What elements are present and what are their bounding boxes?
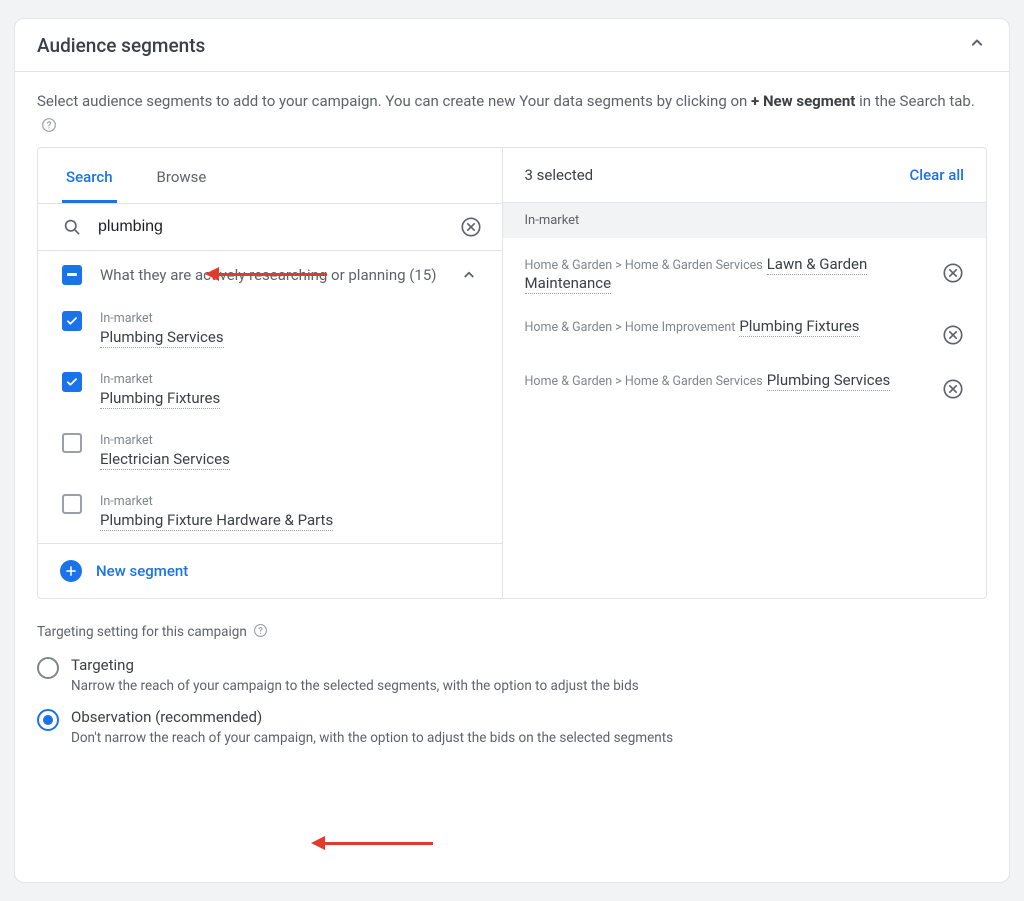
selected-name: Plumbing Services: [767, 371, 891, 391]
audience-segments-card: Audience segments Select audience segmen…: [14, 18, 1010, 883]
collapse-button[interactable]: [967, 33, 987, 57]
result-row[interactable]: In-market Plumbing Services: [38, 299, 502, 360]
selected-path: Home & Garden > Home Improvement: [525, 320, 736, 335]
selected-name: Plumbing Fixtures: [739, 317, 859, 337]
result-row[interactable]: In-market Plumbing Fixtures: [38, 360, 502, 421]
remove-button[interactable]: [942, 378, 964, 400]
result-row[interactable]: In-market Electrician Services: [38, 421, 502, 482]
help-icon[interactable]: [253, 623, 268, 642]
targeting-heading: Targeting setting for this campaign: [15, 599, 1009, 642]
close-circle-icon: [942, 378, 964, 400]
selected-count: 3 selected: [525, 166, 594, 184]
result-row[interactable]: In-market Plumbing Fixture Hardware & Pa…: [38, 482, 502, 543]
checkbox-indeterminate-icon[interactable]: [62, 265, 82, 285]
remove-button[interactable]: [942, 262, 964, 284]
selected-path: Home & Garden > Home & Garden Services: [525, 374, 763, 389]
left-pane: Search Browse What they: [38, 148, 503, 598]
annotation-arrow: [311, 836, 433, 850]
search-icon: [62, 217, 82, 237]
right-header: 3 selected Clear all: [503, 148, 986, 203]
result-name: Plumbing Fixture Hardware & Parts: [100, 511, 333, 531]
search-row: [38, 204, 502, 251]
intro-bold: + New segment: [751, 92, 855, 110]
selected-row: Home & Garden > Home & Garden Services P…: [503, 354, 986, 408]
checkbox-empty-icon[interactable]: [62, 494, 82, 514]
intro-suffix: in the Search tab.: [855, 92, 974, 110]
radio-title: Targeting: [71, 656, 639, 674]
radio-desc: Don't narrow the reach of your campaign,…: [71, 730, 673, 746]
checkbox-empty-icon[interactable]: [62, 433, 82, 453]
chevron-up-icon: [460, 266, 478, 284]
radio-title: Observation (recommended): [71, 708, 673, 726]
checkbox-checked-icon[interactable]: [62, 372, 82, 392]
clear-search-button[interactable]: [460, 216, 482, 238]
result-eyebrow: In-market: [100, 311, 224, 326]
selected-path: Home & Garden > Home & Garden Services: [525, 258, 763, 273]
right-pane: 3 selected Clear all In-market Home & Ga…: [503, 148, 986, 598]
tab-search[interactable]: Search: [62, 152, 117, 203]
annotation-arrow: [205, 267, 327, 281]
result-eyebrow: In-market: [100, 494, 333, 509]
close-circle-icon: [460, 216, 482, 238]
search-input[interactable]: [96, 217, 460, 237]
result-labels: In-market Plumbing Services: [100, 311, 224, 348]
selected-row: Home & Garden > Home Improvement Plumbin…: [503, 300, 986, 354]
selected-group-label: In-market: [503, 203, 986, 238]
chevron-up-icon: [967, 33, 987, 53]
checkbox-checked-icon[interactable]: [62, 311, 82, 331]
result-name: Electrician Services: [100, 450, 230, 470]
clear-all-button[interactable]: Clear all: [910, 166, 965, 184]
intro-text: Select audience segments to add to your …: [15, 72, 1009, 143]
card-header: Audience segments: [15, 19, 1009, 71]
radio-selected-icon[interactable]: [37, 709, 59, 731]
new-segment-button[interactable]: New segment: [38, 543, 502, 598]
plus-icon: [60, 560, 82, 582]
radio-icon[interactable]: [37, 657, 59, 679]
card-title: Audience segments: [37, 34, 205, 57]
result-labels: In-market Plumbing Fixtures: [100, 372, 220, 409]
result-eyebrow: In-market: [100, 433, 230, 448]
tab-browse[interactable]: Browse: [153, 152, 211, 203]
close-circle-icon: [942, 262, 964, 284]
result-name: Plumbing Fixtures: [100, 389, 220, 409]
radio-label: Targeting Narrow the reach of your campa…: [71, 656, 639, 694]
radio-desc: Narrow the reach of your campaign to the…: [71, 678, 639, 694]
selected-row: Home & Garden > Home & Garden Services L…: [503, 238, 986, 300]
close-circle-icon: [942, 324, 964, 346]
radio-targeting[interactable]: Targeting Narrow the reach of your campa…: [15, 642, 1009, 694]
result-name: Plumbing Services: [100, 328, 224, 348]
result-labels: In-market Electrician Services: [100, 433, 230, 470]
remove-button[interactable]: [942, 324, 964, 346]
help-icon[interactable]: [41, 117, 57, 133]
segments-panel: Search Browse What they: [37, 147, 987, 599]
new-segment-label: New segment: [96, 562, 188, 580]
radio-observation[interactable]: Observation (recommended) Don't narrow t…: [15, 694, 1009, 746]
result-labels: In-market Plumbing Fixture Hardware & Pa…: [100, 494, 333, 531]
result-eyebrow: In-market: [100, 372, 220, 387]
intro-prefix: Select audience segments to add to your …: [37, 92, 751, 110]
radio-label: Observation (recommended) Don't narrow t…: [71, 708, 673, 746]
tabs: Search Browse: [38, 148, 502, 204]
